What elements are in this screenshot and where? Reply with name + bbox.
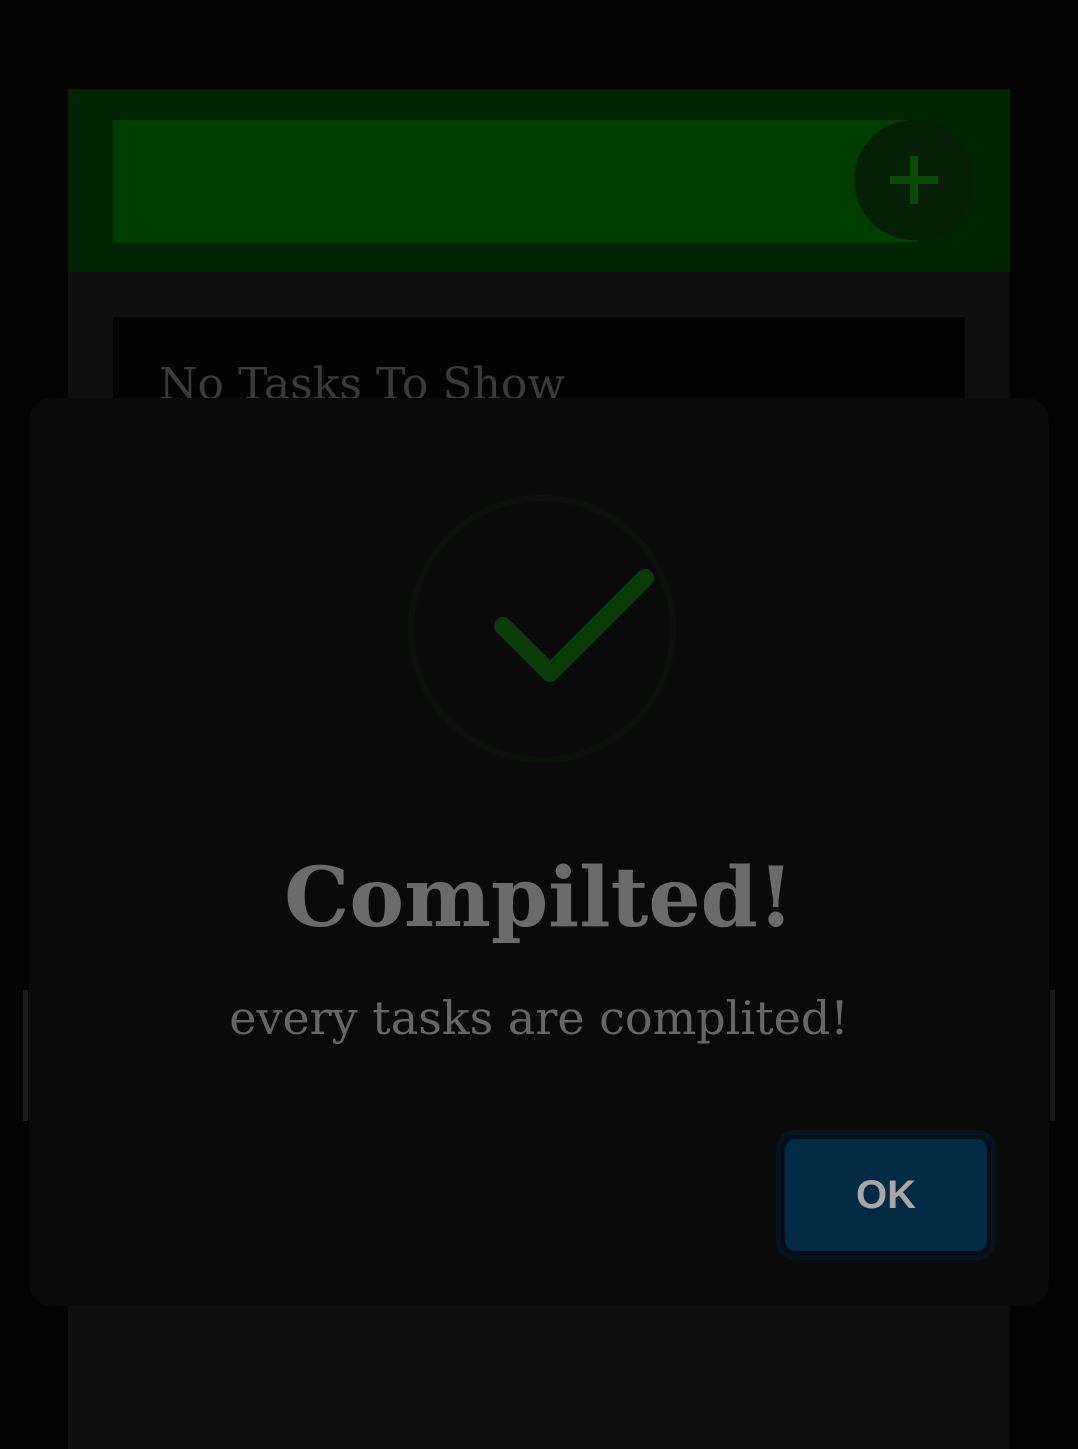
header-band: [68, 89, 1010, 272]
success-dialog: Compilted! every tasks are complited! OK: [29, 398, 1049, 1306]
task-input[interactable]: [113, 120, 918, 242]
add-task-button[interactable]: [854, 120, 974, 240]
dialog-title: Compilted!: [284, 850, 794, 946]
checkmark-icon: [494, 569, 654, 682]
plus-icon: [890, 156, 938, 204]
dialog-message: every tasks are complited!: [229, 991, 849, 1045]
ok-button[interactable]: OK: [781, 1135, 991, 1255]
right-edge-divider: [1050, 990, 1055, 1121]
left-edge-divider: [23, 990, 28, 1121]
